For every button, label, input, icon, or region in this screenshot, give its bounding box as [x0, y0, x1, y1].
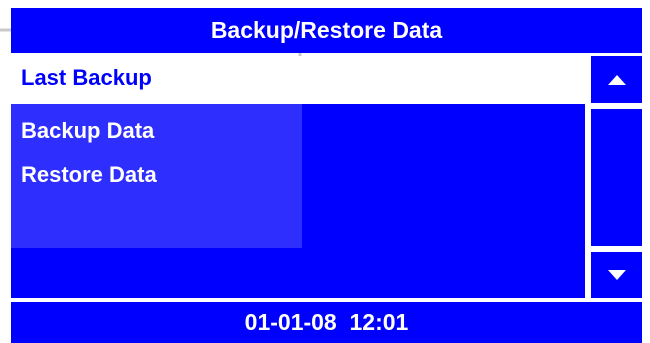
page-title: Backup/Restore Data	[210, 17, 443, 43]
menu-item-backup-data[interactable]: Backup Data	[21, 118, 154, 144]
status-bar: 01-01-08 12:01	[11, 302, 642, 343]
date-time-display: 01-01-08 12:01	[244, 309, 409, 335]
menu-item-last-backup[interactable]: Last Backup	[21, 65, 152, 91]
scroll-up-button[interactable]	[591, 56, 642, 103]
menu-list: Last Backup Backup Data Restore Data	[11, 56, 585, 298]
triangle-down-icon	[607, 270, 626, 280]
triangle-up-icon	[607, 74, 626, 85]
scroll-down-button[interactable]	[591, 252, 642, 298]
menu-item-restore-data[interactable]: Restore Data	[21, 162, 157, 188]
scrollbar-track	[591, 109, 642, 246]
title-bar: Backup/Restore Data	[11, 8, 642, 53]
